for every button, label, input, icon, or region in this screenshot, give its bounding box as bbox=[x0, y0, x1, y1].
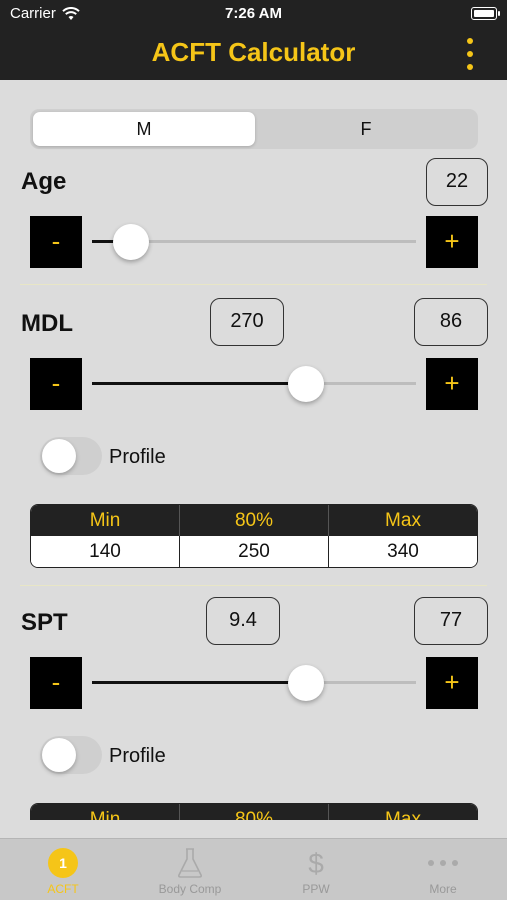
spt-raw-score-field[interactable]: 9.4 bbox=[206, 597, 280, 645]
age-value-field[interactable]: 22 bbox=[426, 158, 488, 206]
mdl-label: MDL bbox=[21, 310, 73, 337]
table-header-max: Max bbox=[385, 809, 421, 820]
tab-acft[interactable]: 1 ACFT bbox=[0, 839, 126, 900]
dollar-icon: $ bbox=[308, 848, 324, 879]
status-bar: Carrier 7:26 AM bbox=[0, 0, 507, 28]
battery-icon bbox=[471, 7, 500, 20]
tab-ppw[interactable]: $ PPW bbox=[253, 839, 379, 900]
spt-increment-button[interactable]: + bbox=[426, 657, 478, 709]
mdl-slider-track[interactable] bbox=[92, 382, 416, 385]
mdl-profile-toggle[interactable] bbox=[40, 437, 102, 475]
mdl-points-field[interactable]: 86 bbox=[414, 298, 488, 346]
acft-badge-icon: 1 bbox=[48, 848, 78, 878]
mdl-profile-label: Profile bbox=[109, 446, 166, 468]
spt-points-field[interactable]: 77 bbox=[414, 597, 488, 645]
spt-score-table: Min 80% Max bbox=[30, 803, 478, 820]
tab-bar: 1 ACFT Body Comp $ PPW More bbox=[0, 838, 507, 900]
mdl-decrement-button[interactable]: - bbox=[30, 358, 82, 410]
svg-text:$: $ bbox=[308, 848, 324, 879]
age-slider-thumb[interactable] bbox=[112, 224, 149, 260]
status-time: 7:26 AM bbox=[225, 5, 282, 22]
navigation-header: Carrier 7:26 AM ACFT Calculator bbox=[0, 0, 507, 80]
more-options-icon[interactable] bbox=[463, 38, 477, 70]
table-header-min: Min bbox=[31, 505, 180, 536]
toggle-knob bbox=[42, 738, 76, 772]
main-content: M F Age 22 - + MDL 270 86 - + Profile Mi… bbox=[0, 80, 507, 820]
spt-label: SPT bbox=[21, 609, 68, 636]
tab-body-comp[interactable]: Body Comp bbox=[127, 839, 253, 900]
tab-more-label: More bbox=[429, 882, 457, 896]
tab-ppw-label: PPW bbox=[302, 882, 330, 896]
mdl-raw-score-field[interactable]: 270 bbox=[210, 298, 284, 346]
spt-slider-fill bbox=[92, 681, 306, 684]
age-increment-button[interactable]: + bbox=[426, 216, 478, 268]
tab-more[interactable]: More bbox=[380, 839, 506, 900]
table-header-80: 80% bbox=[180, 804, 329, 820]
mdl-score-table: Min 80% Max 140 250 340 bbox=[30, 504, 478, 568]
table-header-row: Min 80% Max bbox=[31, 505, 477, 536]
page-title: ACFT Calculator bbox=[151, 37, 356, 67]
toggle-knob bbox=[42, 439, 76, 473]
table-header-max: Max bbox=[385, 510, 421, 531]
table-cell-max: 340 bbox=[387, 541, 419, 562]
spt-slider-track[interactable] bbox=[92, 681, 416, 684]
spt-decrement-button[interactable]: - bbox=[30, 657, 82, 709]
gender-segmented-control[interactable]: M F bbox=[30, 109, 478, 149]
gender-option-female[interactable]: F bbox=[255, 112, 477, 146]
tab-acft-badge: 1 bbox=[59, 855, 67, 871]
table-cell-80: 250 bbox=[180, 536, 329, 567]
age-label: Age bbox=[21, 168, 67, 195]
table-header-80: 80% bbox=[180, 505, 329, 536]
table-row: 140 250 340 bbox=[31, 536, 477, 567]
flask-icon bbox=[177, 848, 203, 878]
mdl-slider-fill bbox=[92, 382, 306, 385]
tab-body-comp-label: Body Comp bbox=[158, 882, 222, 896]
spt-slider-thumb[interactable] bbox=[287, 665, 324, 701]
more-icon bbox=[428, 860, 458, 866]
table-cell-min: 140 bbox=[31, 536, 180, 567]
tab-acft-label: ACFT bbox=[47, 882, 79, 896]
mdl-increment-button[interactable]: + bbox=[426, 358, 478, 410]
table-header-row: Min 80% Max bbox=[31, 804, 477, 820]
spt-profile-label: Profile bbox=[109, 745, 166, 767]
spt-profile-toggle[interactable] bbox=[40, 736, 102, 774]
section-divider bbox=[20, 585, 487, 586]
mdl-slider-thumb[interactable] bbox=[287, 366, 324, 402]
age-decrement-button[interactable]: - bbox=[30, 216, 82, 268]
section-divider bbox=[20, 284, 487, 285]
table-header-min: Min bbox=[31, 804, 180, 820]
gender-option-male[interactable]: M bbox=[33, 112, 255, 146]
